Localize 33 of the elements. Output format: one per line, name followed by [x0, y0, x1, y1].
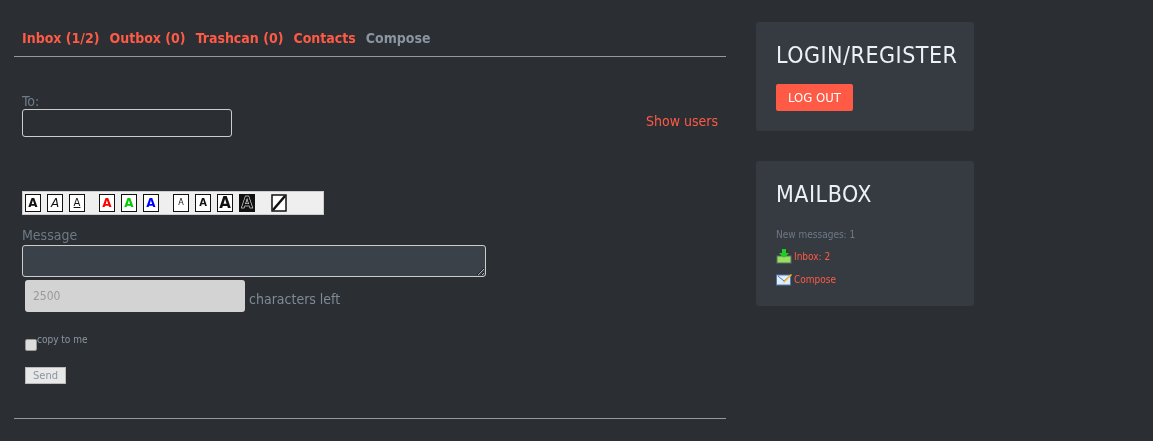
format-button[interactable]: A [99, 194, 115, 212]
logout-button[interactable]: LOG OUT [776, 84, 853, 111]
format-button[interactable]: A [143, 194, 159, 212]
format-button[interactable]: A [239, 194, 255, 212]
mailbox-link[interactable]: Inbox: 2 [794, 250, 831, 262]
format-button[interactable]: A [25, 194, 41, 212]
card-title: MAILBOX [776, 181, 873, 207]
card-title: LOGIN/REGISTER [776, 42, 954, 68]
show-users-link[interactable]: Show users [645, 113, 718, 129]
mail-tab[interactable]: Outbox (0) [109, 30, 186, 46]
format-button[interactable]: A [47, 194, 63, 212]
recipient-field[interactable] [22, 109, 232, 137]
characters-left-label: characters left [249, 291, 341, 307]
mailbox-link[interactable]: Compose [794, 273, 836, 285]
message-field[interactable] [22, 245, 486, 277]
mail-tab[interactable]: Trashcan (0) [195, 30, 284, 46]
character-counter-field: 2500 [25, 280, 245, 312]
send-button[interactable]: Send [25, 367, 66, 384]
format-button[interactable]: A [173, 194, 189, 212]
inbox-tray-icon [776, 248, 792, 264]
line-format-icon[interactable] [271, 194, 287, 212]
format-button[interactable]: A [217, 194, 233, 212]
new-messages-text: New messages: 1 [776, 229, 857, 240]
format-button[interactable]: A [195, 194, 211, 212]
copy-checkbox[interactable] [25, 339, 37, 351]
mail-tab[interactable]: Contacts [293, 30, 356, 46]
mail-tab[interactable]: Inbox (1/2) [22, 30, 100, 46]
to-label: To: [22, 93, 41, 109]
message-label: Message [22, 227, 79, 243]
mail-tab[interactable]: Compose [365, 30, 431, 46]
copy-label: copy to me [37, 334, 88, 345]
envelope-pencil-icon [776, 272, 792, 286]
format-button[interactable]: A [69, 194, 85, 212]
